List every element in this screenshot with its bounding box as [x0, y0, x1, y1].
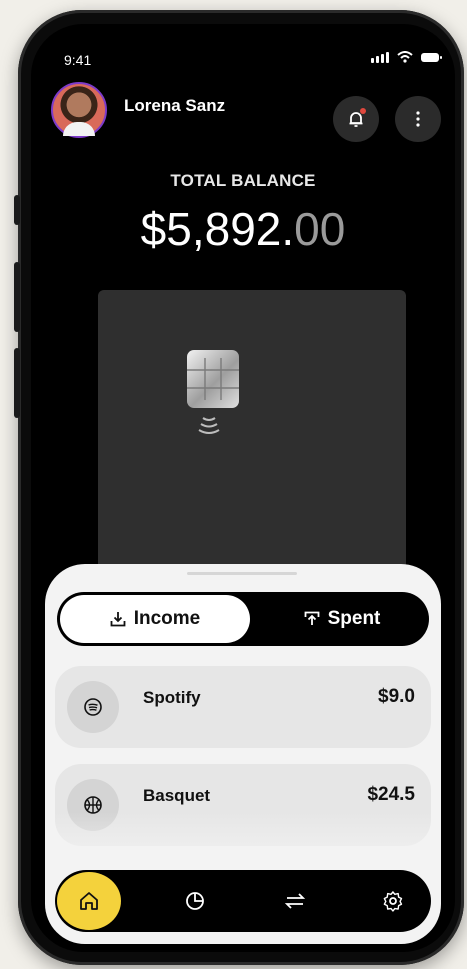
more-options-button[interactable]: [395, 96, 441, 142]
transaction-amount: $24.5: [367, 784, 415, 805]
transfer-icon: [284, 893, 306, 909]
nav-settings[interactable]: [361, 870, 425, 932]
income-tab[interactable]: Income: [60, 595, 250, 643]
avatar[interactable]: [51, 82, 107, 138]
balance-cents: 00: [294, 203, 346, 255]
bottom-nav: [55, 870, 431, 932]
transaction-name: Basquet: [143, 786, 211, 805]
transactions-sheet: Income Spent Spotify $9.0 Basquet $24.5: [45, 564, 441, 944]
chart-icon: [186, 892, 204, 910]
user-name: Lorena Sanz: [124, 96, 226, 115]
nav-stats[interactable]: [163, 870, 227, 932]
transaction-amount: $9.0: [378, 686, 415, 707]
upload-icon: [304, 611, 320, 625]
battery-icon: [421, 52, 442, 62]
transaction-name: Spotify: [143, 688, 201, 707]
side-button: [14, 348, 20, 418]
app-screen: 9:41 Lorena Sanz TOTAL BALANCE $5,892.00: [31, 24, 455, 952]
download-icon: [110, 612, 126, 627]
gear-icon: [383, 891, 403, 912]
income-spent-toggle: Income Spent: [57, 592, 429, 646]
notification-dot: [360, 108, 366, 114]
income-label: Income: [133, 608, 201, 629]
balance-amount: $5,892.00: [31, 202, 455, 256]
balance-label: TOTAL BALANCE: [170, 171, 316, 190]
wifi-icon: [397, 51, 413, 63]
side-button: [14, 195, 20, 225]
card-chip-icon: [187, 350, 239, 408]
spent-label: Spent: [327, 608, 381, 629]
side-button: [14, 262, 20, 332]
nav-transfer[interactable]: [263, 870, 327, 932]
list-fade: [45, 812, 441, 872]
transaction-row[interactable]: Spotify $9.0: [55, 666, 431, 748]
home-icon: [80, 892, 98, 910]
signal-icon: [371, 51, 389, 63]
spent-tab[interactable]: Spent: [257, 595, 427, 643]
spotify-logo-icon: [67, 681, 119, 733]
notifications-button[interactable]: [333, 96, 379, 142]
nav-home[interactable]: [57, 872, 121, 930]
status-icons: [371, 51, 442, 63]
sheet-handle[interactable]: [187, 572, 297, 575]
bank-card[interactable]: [98, 290, 406, 590]
contactless-icon: [198, 417, 220, 434]
balance-main: $5,892.: [140, 203, 295, 255]
more-vertical-icon: [416, 111, 420, 127]
status-time: 9:41: [64, 52, 92, 68]
